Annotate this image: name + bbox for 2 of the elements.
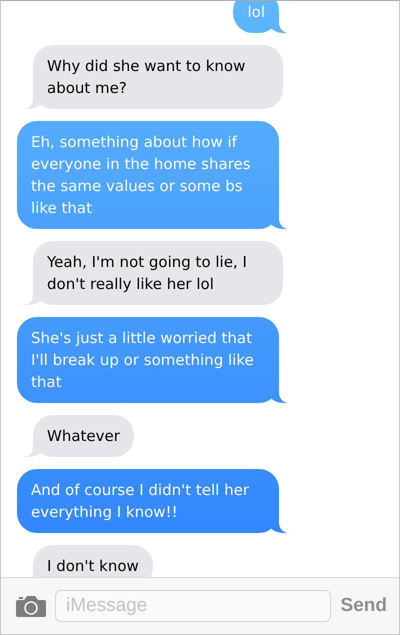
camera-icon[interactable] [15, 594, 47, 618]
send-button[interactable]: Send [338, 595, 387, 617]
